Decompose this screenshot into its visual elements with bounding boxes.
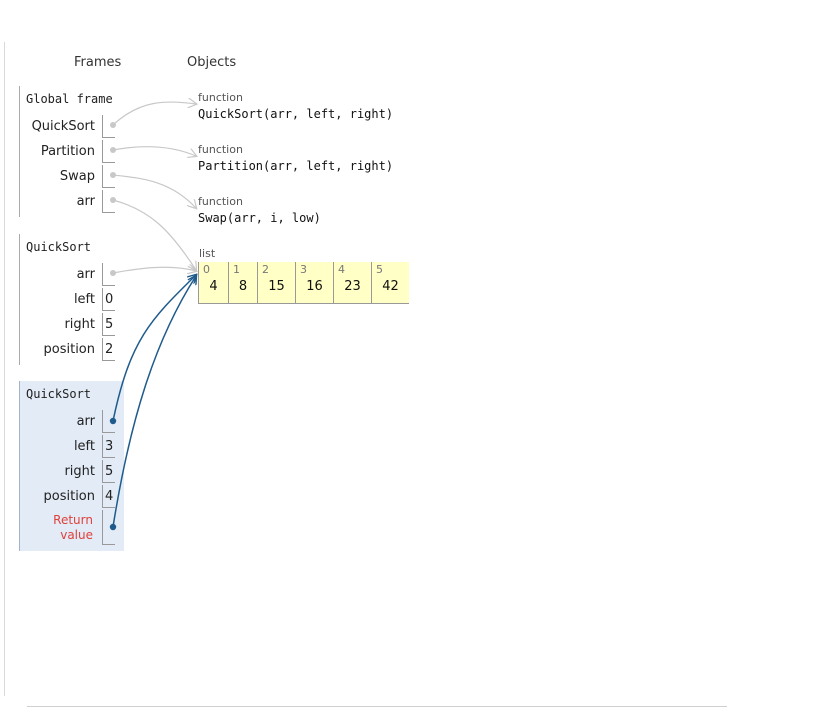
- pointer-arrows: [109, 0, 827, 531]
- pointer-arrow-partition: [112, 146, 196, 156]
- pointer-arrow-global-arr: [112, 199, 196, 270]
- pointer-arrow-return-value: [112, 276, 196, 528]
- pointer-arrow-swap: [112, 174, 196, 208]
- pointer-arrow-frame1-arr: [112, 267, 196, 273]
- pointer-arrow-quicksort: [112, 102, 196, 126]
